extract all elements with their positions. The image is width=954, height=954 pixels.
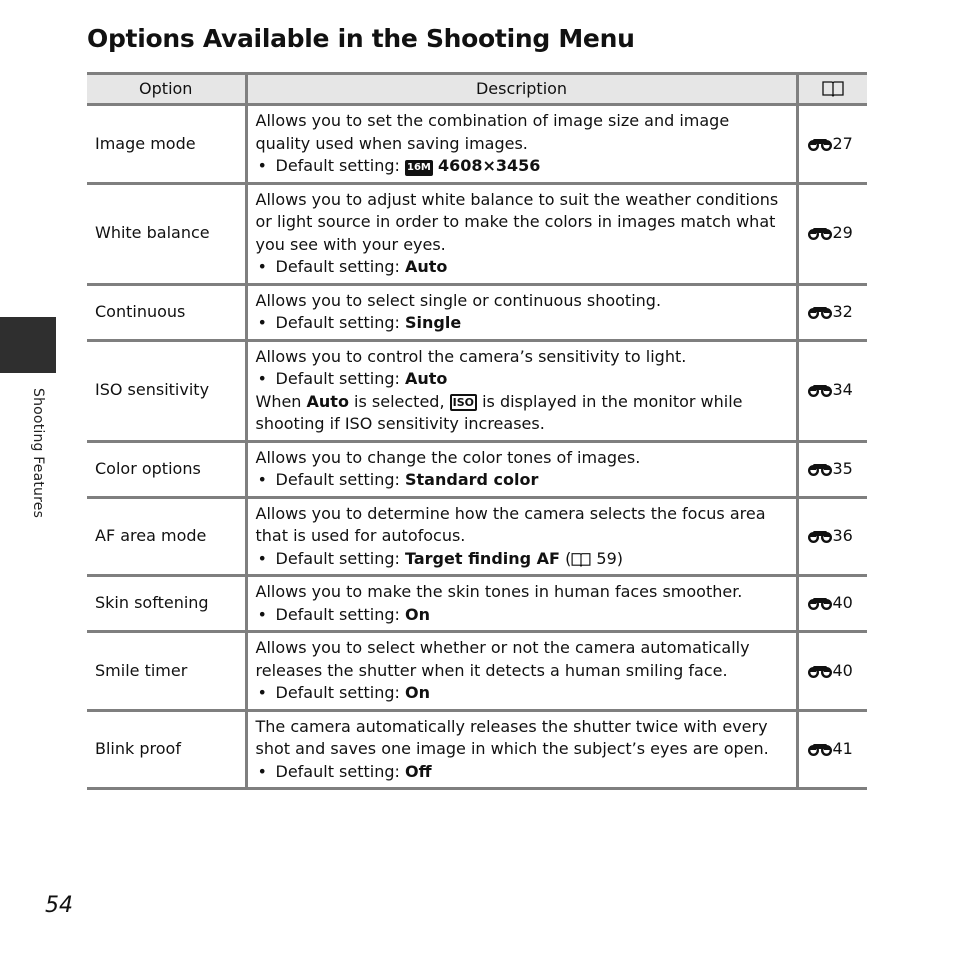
option-description-cell: Allows you to determine how the camera s… (244, 495, 799, 577)
default-setting: Default setting: Auto (256, 368, 788, 391)
default-value: Single (405, 313, 462, 332)
book-icon (822, 81, 844, 97)
reference-binoculars-icon (807, 665, 832, 678)
option-description: Allows you to make the skin tones in hum… (255, 582, 743, 601)
reference-link[interactable]: 34 (795, 338, 867, 443)
reference-page: 40 (832, 660, 853, 680)
default-value: Off (405, 761, 432, 781)
reference-page: 34 (832, 380, 853, 400)
option-name: Color options (87, 439, 248, 499)
section-tab (0, 317, 56, 373)
option-description-cell: Allows you to make the skin tones in hum… (244, 574, 799, 633)
option-description: Allows you to determine how the camera s… (255, 503, 766, 546)
default-setting: Default setting: Single (256, 312, 788, 335)
default-value: Auto (405, 369, 448, 388)
reference-page: 40 (832, 593, 853, 613)
option-description: Allows you to select whether or not the … (255, 638, 750, 680)
reference-page: 35 (832, 458, 853, 478)
default-value: 4608×3456 (437, 156, 541, 175)
reference-page: 29 (832, 223, 853, 243)
reference-link[interactable]: 40 (795, 574, 867, 633)
option-description-cell: Allows you to control the camera’s sensi… (244, 338, 799, 443)
default-value: Target finding AF (405, 548, 560, 568)
option-description-cell: Allows you to change the color tones of … (244, 439, 799, 499)
page-number: 54 (45, 893, 73, 918)
default-value: On (405, 683, 430, 702)
default-value: Auto (405, 257, 448, 276)
section-side-label: Shooting Features (30, 388, 46, 519)
default-value: Standard color (405, 470, 539, 489)
reference-binoculars-icon (807, 463, 832, 476)
reference-link[interactable]: 32 (795, 282, 867, 342)
reference-binoculars-icon (807, 306, 832, 319)
reference-link[interactable]: 40 (795, 630, 867, 712)
shooting-menu-table: Option Description Image mode Allows you … (87, 72, 867, 790)
image-size-16m-icon: 16M (405, 160, 433, 176)
reference-binoculars-icon (807, 138, 832, 151)
option-description-cell: The camera automatically releases the sh… (244, 708, 799, 790)
table-row: Blink proof The camera automatically rele… (87, 708, 867, 790)
reference-page: 41 (832, 739, 853, 758)
option-description-cell: Allows you to adjust white balance to su… (244, 181, 799, 286)
table-row: AF area mode Allows you to determine how … (87, 495, 867, 577)
option-description: Allows you to adjust white balance to su… (255, 189, 779, 254)
reference-link[interactable]: 27 (795, 103, 867, 185)
option-name: Smile timer (87, 630, 248, 712)
option-name: Continuous (87, 282, 248, 342)
default-setting: Default setting: On (256, 604, 788, 627)
header-reference (795, 72, 867, 106)
reference-binoculars-icon (807, 744, 832, 756)
option-description-cell: Allows you to select single or continuou… (244, 282, 799, 342)
option-description: Allows you to set the combination of ima… (255, 111, 730, 153)
option-name: ISO sensitivity (87, 338, 248, 443)
reference-binoculars-icon (807, 598, 832, 611)
option-name: Image mode (87, 103, 248, 185)
reference-page: 27 (832, 133, 853, 153)
option-description-cell: Allows you to set the combination of ima… (244, 103, 799, 185)
option-name: Skin softening (87, 574, 248, 633)
default-setting: Default setting: On (256, 682, 788, 705)
table-row: Smile timer Allows you to select whether … (87, 630, 867, 712)
reference-binoculars-icon (807, 228, 832, 241)
table-row: White balance Allows you to adjust white … (87, 181, 867, 286)
default-setting: Default setting: Standard color (256, 469, 788, 492)
option-description: Allows you to control the camera’s sensi… (255, 346, 687, 366)
reference-link[interactable]: 29 (795, 181, 867, 286)
reference-link[interactable]: 36 (795, 495, 867, 577)
table-row: Color options Allows you to change the co… (87, 439, 867, 499)
table-row: Skin softening Allows you to make the ski… (87, 574, 867, 633)
page-title: Options Available in the Shooting Menu (87, 24, 635, 53)
option-description: Allows you to select single or continuou… (255, 290, 662, 310)
default-setting: Default setting: Off (256, 761, 788, 784)
reference-binoculars-icon (807, 531, 832, 543)
option-description: Allows you to change the color tones of … (255, 447, 641, 467)
default-setting: Default setting: Auto (256, 256, 788, 279)
option-description: The camera automatically releases the sh… (255, 716, 769, 759)
table-row: Image mode Allows you to set the combinat… (87, 103, 867, 185)
default-value: On (405, 604, 430, 624)
header-description: Description (244, 72, 799, 106)
table-header-row: Option Description (87, 72, 867, 106)
header-option: Option (87, 72, 248, 106)
reference-link[interactable]: 35 (795, 439, 867, 499)
default-setting: Default setting: 16M 4608×3456 (256, 155, 788, 178)
option-name: AF area mode (87, 495, 248, 577)
table-row: ISO sensitivity Allows you to control the… (87, 338, 867, 443)
reference-page: 32 (832, 301, 853, 321)
option-description-cell: Allows you to select whether or not the … (244, 630, 799, 712)
reference-link[interactable]: 41 (795, 708, 867, 790)
option-name: White balance (87, 181, 248, 286)
option-name: Blink proof (87, 708, 248, 790)
book-icon (571, 552, 591, 567)
table-row: Continuous Allows you to select single or… (87, 282, 867, 342)
iso-icon: ISO (449, 393, 477, 411)
reference-page: 36 (832, 526, 853, 545)
default-setting: Default setting: Target finding AF ( 59) (256, 548, 788, 571)
iso-note: When Auto is selected, ISO is displayed … (255, 391, 743, 434)
reference-binoculars-icon (807, 385, 832, 398)
